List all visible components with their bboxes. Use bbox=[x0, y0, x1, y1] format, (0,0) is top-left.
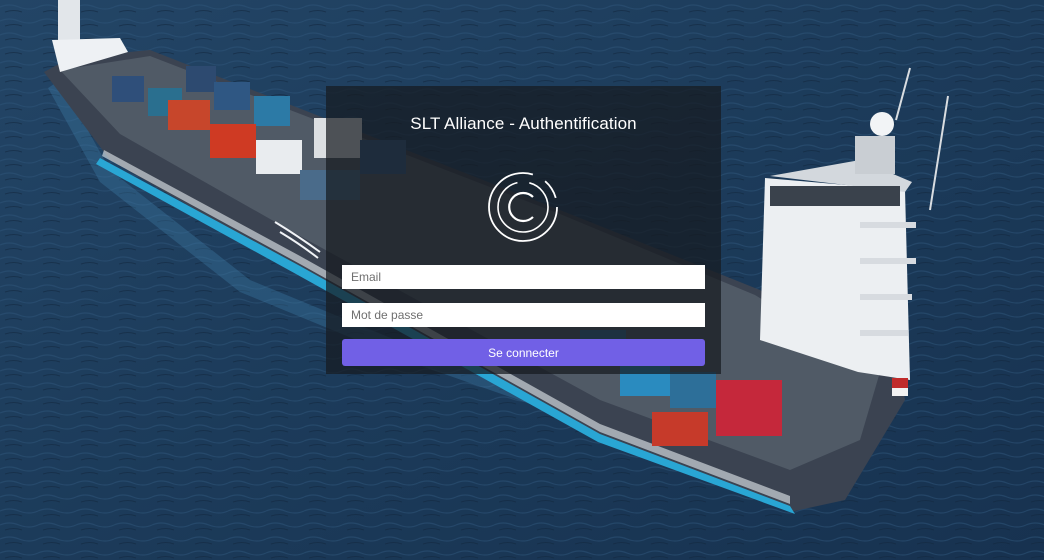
email-field[interactable] bbox=[342, 265, 705, 289]
password-field[interactable] bbox=[342, 303, 705, 327]
login-card: SLT Alliance - Authentification Se conne… bbox=[326, 86, 721, 374]
login-button[interactable]: Se connecter bbox=[342, 339, 705, 366]
circular-c-logo-icon bbox=[488, 172, 558, 242]
login-page: SLT Alliance - Authentification Se conne… bbox=[0, 0, 1044, 560]
page-title: SLT Alliance - Authentification bbox=[410, 114, 637, 133]
